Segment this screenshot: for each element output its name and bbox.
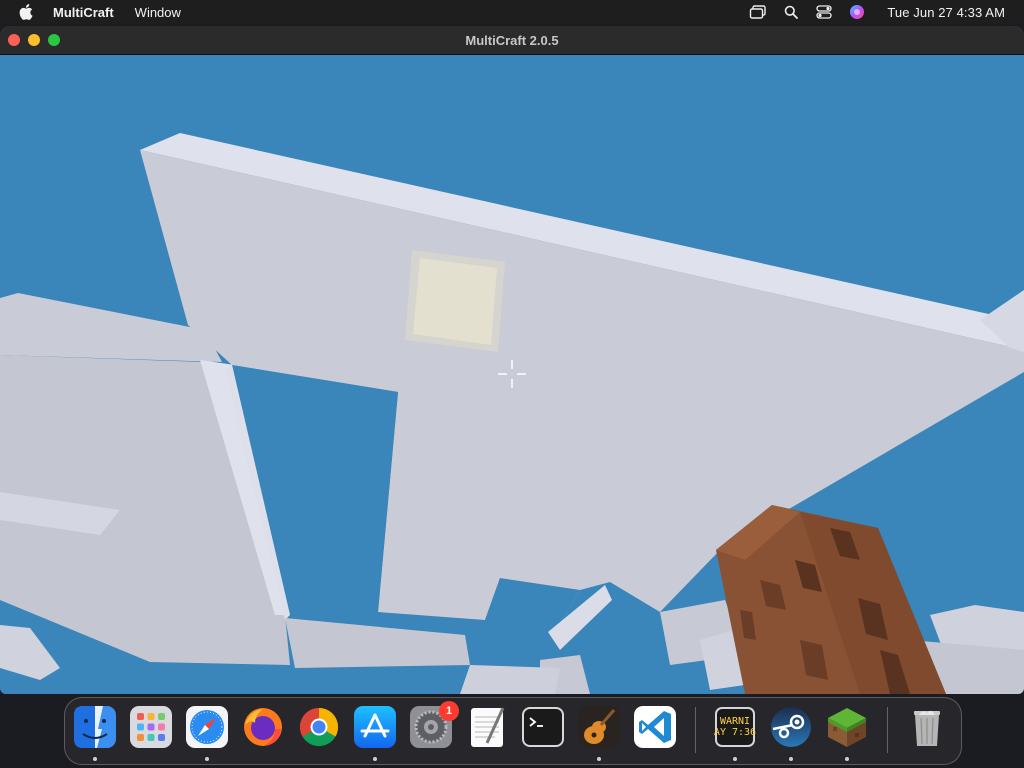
- clock[interactable]: Tue Jun 27 4:33 AM: [887, 5, 1005, 20]
- spotlight-search-icon[interactable]: [782, 4, 800, 20]
- safari-icon[interactable]: [185, 705, 229, 749]
- running-indicator: [373, 757, 377, 761]
- menu-window[interactable]: Window: [135, 5, 181, 20]
- running-indicator: [93, 757, 97, 761]
- textedit-icon[interactable]: [465, 705, 509, 749]
- multicraft-icon[interactable]: [825, 705, 869, 749]
- console-icon[interactable]: WARNI AY 7:36: [713, 705, 757, 749]
- firefox-icon[interactable]: [241, 705, 285, 749]
- menu-bar: MultiCraft Window Tue Jun 27 4:33 AM: [0, 0, 1024, 24]
- minimize-button[interactable]: [28, 34, 40, 46]
- vscode-icon[interactable]: [633, 705, 677, 749]
- console-line-1: WARNI: [719, 716, 751, 727]
- dock-separator: [695, 707, 696, 753]
- sun: [405, 250, 505, 352]
- steam-icon[interactable]: [769, 705, 813, 749]
- title-bar: MultiCraft 2.0.5: [0, 26, 1024, 55]
- finder-icon[interactable]: [73, 705, 117, 749]
- app-name-menu[interactable]: MultiCraft: [53, 5, 114, 20]
- dock-separator: [887, 707, 888, 753]
- close-button[interactable]: [8, 34, 20, 46]
- system-settings-icon[interactable]: 1: [409, 701, 459, 749]
- garageband-icon[interactable]: [577, 705, 621, 749]
- app-store-icon[interactable]: [353, 705, 397, 749]
- multicraft-window: MultiCraft 2.0.5: [0, 26, 1024, 694]
- running-indicator: [205, 757, 209, 761]
- console-line-2: AY 7:36: [713, 727, 757, 738]
- running-indicator: [597, 757, 601, 761]
- control-center-icon[interactable]: [815, 4, 833, 20]
- chrome-icon[interactable]: [297, 705, 341, 749]
- notification-badge: 1: [439, 701, 459, 721]
- siri-icon[interactable]: [848, 4, 866, 20]
- running-indicator: [845, 757, 849, 761]
- apple-logo-icon[interactable]: [19, 4, 33, 20]
- trash-icon[interactable]: [905, 705, 949, 749]
- console-icon-text: WARNI AY 7:36: [713, 705, 757, 749]
- terminal-icon[interactable]: [521, 705, 565, 749]
- screen-mirroring-icon[interactable]: [749, 4, 767, 20]
- window-title: MultiCraft 2.0.5: [465, 32, 559, 48]
- launchpad-icon[interactable]: [129, 705, 173, 749]
- running-indicator: [733, 757, 737, 761]
- zoom-button[interactable]: [48, 34, 60, 46]
- game-viewport[interactable]: [0, 55, 1024, 694]
- running-indicator: [789, 757, 793, 761]
